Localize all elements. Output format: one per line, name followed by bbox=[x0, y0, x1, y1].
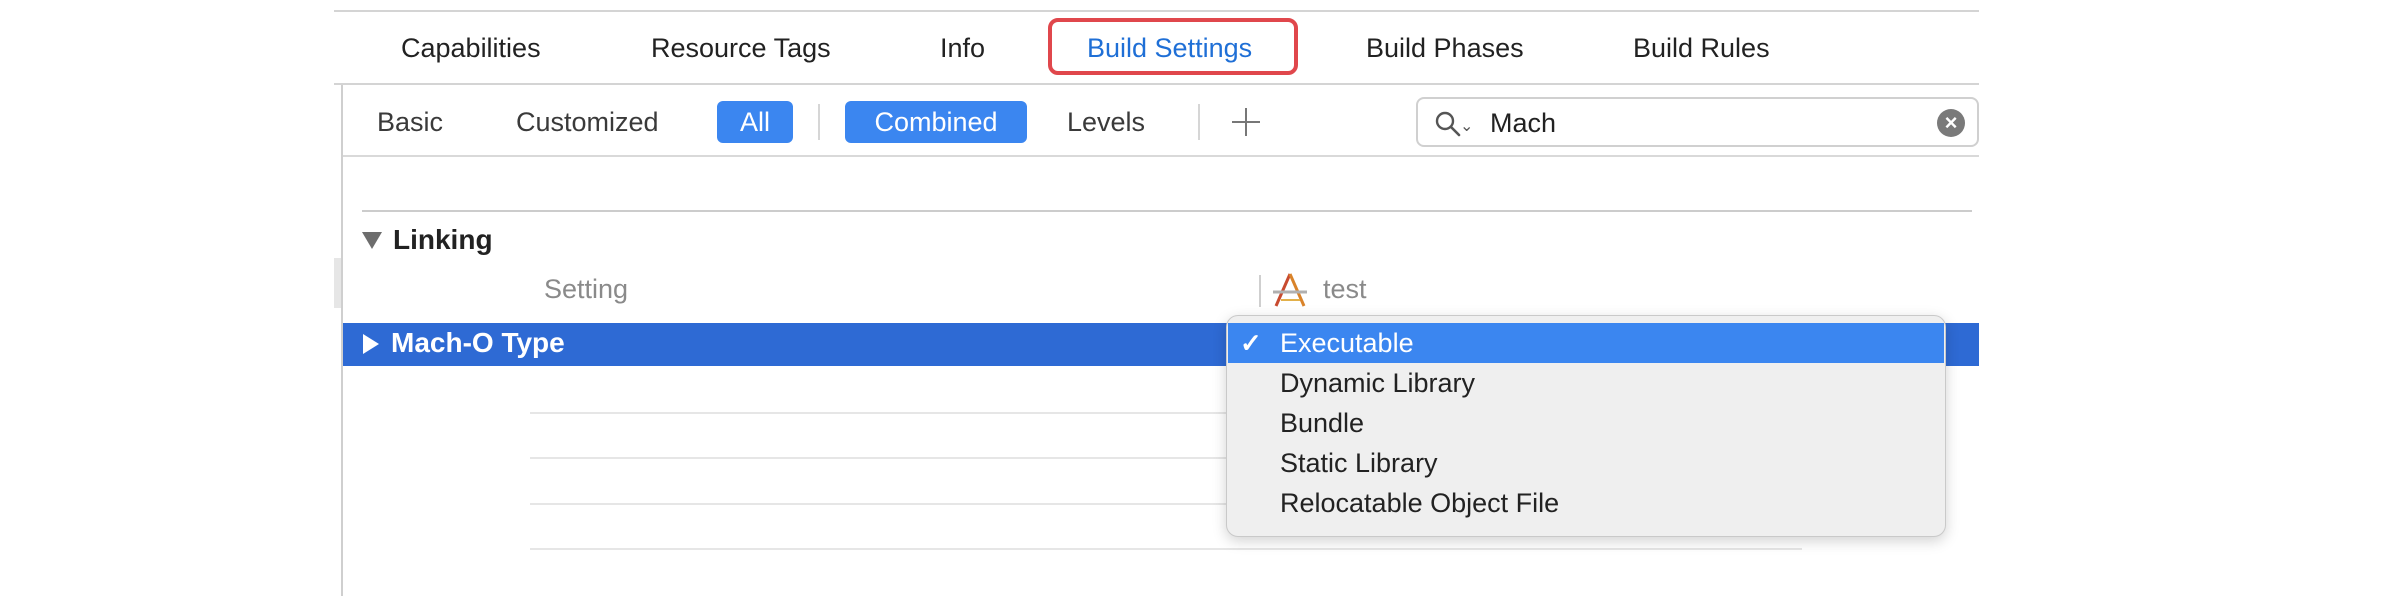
tabbar-top-border bbox=[334, 10, 1979, 12]
checkmark-icon: ✓ bbox=[1240, 328, 1262, 358]
mach-o-type-popup-menu: ✓ Executable Dynamic Library Bundle Stat… bbox=[1226, 315, 1946, 537]
tab-build-phases[interactable]: Build Phases bbox=[1366, 28, 1524, 68]
menu-item-static-library[interactable]: Static Library bbox=[1228, 443, 1944, 483]
section-title-linking[interactable]: Linking bbox=[393, 224, 493, 256]
build-settings-highlight-box bbox=[1048, 18, 1298, 75]
menu-item-label: Dynamic Library bbox=[1280, 368, 1476, 398]
filter-combined-button[interactable]: Combined bbox=[845, 101, 1027, 143]
menu-item-label: Executable bbox=[1280, 328, 1414, 358]
setting-name-mach-o-type[interactable]: Mach-O Type bbox=[391, 327, 565, 359]
filter-all-button[interactable]: All bbox=[717, 101, 793, 143]
filterbar-bottom-border bbox=[343, 155, 1979, 157]
filter-customized-button[interactable]: Customized bbox=[516, 100, 659, 144]
search-options-chevron-icon[interactable]: ⌄ bbox=[1460, 116, 1473, 136]
column-header-target: test bbox=[1323, 274, 1367, 304]
menu-item-dynamic-library[interactable]: Dynamic Library bbox=[1228, 363, 1944, 403]
clear-search-icon[interactable]: × bbox=[1937, 109, 1965, 137]
menu-item-label: Bundle bbox=[1280, 408, 1365, 438]
menu-item-relocatable-object-file[interactable]: Relocatable Object File bbox=[1228, 483, 1944, 523]
menu-item-label: Relocatable Object File bbox=[1280, 488, 1560, 518]
section-divider bbox=[362, 210, 1972, 212]
tab-capabilities[interactable]: Capabilities bbox=[401, 28, 541, 68]
search-icon[interactable] bbox=[1434, 110, 1462, 138]
app-target-icon bbox=[1273, 273, 1307, 307]
filter-basic-button[interactable]: Basic bbox=[377, 100, 443, 144]
add-setting-plus-icon[interactable] bbox=[1228, 104, 1264, 140]
disclosure-triangle-expanded-icon[interactable] bbox=[362, 232, 382, 249]
column-separator bbox=[1259, 275, 1261, 307]
search-field[interactable]: ⌄ × bbox=[1416, 97, 1979, 147]
tabbar-bottom-border bbox=[334, 83, 1979, 85]
filter-levels-button[interactable]: Levels bbox=[1067, 100, 1145, 144]
sidebar-edge bbox=[334, 258, 341, 308]
filter-separator bbox=[818, 104, 820, 140]
menu-item-bundle[interactable]: Bundle bbox=[1228, 403, 1944, 443]
tab-build-rules[interactable]: Build Rules bbox=[1633, 28, 1770, 68]
column-header-setting: Setting bbox=[544, 274, 629, 304]
menu-item-executable[interactable]: ✓ Executable bbox=[1228, 323, 1944, 363]
disclosure-triangle-collapsed-icon[interactable] bbox=[363, 334, 379, 354]
search-input[interactable] bbox=[1488, 105, 1932, 141]
menu-item-label: Static Library bbox=[1280, 448, 1438, 478]
filter-separator bbox=[1198, 104, 1200, 140]
tab-info[interactable]: Info bbox=[940, 28, 985, 68]
row-divider bbox=[530, 548, 1802, 550]
tab-resource-tags[interactable]: Resource Tags bbox=[651, 28, 831, 68]
